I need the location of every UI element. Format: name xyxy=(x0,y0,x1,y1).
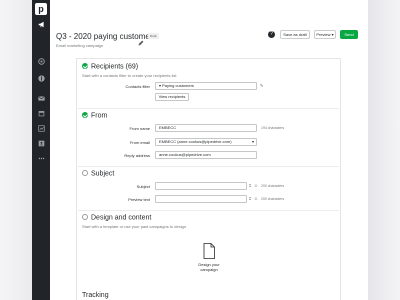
more-icon xyxy=(38,157,44,159)
from-email-select[interactable]: EMBECC (anne.cookus@pipedrive.com) ▾ xyxy=(155,138,257,146)
from-section-title[interactable]: From xyxy=(82,112,107,120)
subject-title: Subject xyxy=(91,170,115,178)
section-divider xyxy=(78,166,339,167)
subject-input[interactable] xyxy=(155,182,247,190)
megaphone-icon xyxy=(38,21,44,27)
sidebar-item-more[interactable] xyxy=(32,152,50,164)
contacts-filter-select[interactable]: ▾ Paying customers xyxy=(155,82,257,90)
page-subtitle: Email marketing campaign xyxy=(56,43,104,48)
help-icon[interactable]: ? xyxy=(268,31,275,38)
from-name-label: From name xyxy=(129,126,150,131)
target-icon xyxy=(37,57,45,65)
send-button[interactable]: Send xyxy=(340,30,358,39)
section-divider xyxy=(78,210,339,211)
pencil-icon xyxy=(138,40,144,46)
design-campaign-button[interactable]: Design your campaign xyxy=(193,262,225,272)
subject-section-title[interactable]: Subject xyxy=(82,170,114,178)
contacts-icon xyxy=(38,140,44,146)
mail-icon xyxy=(37,95,45,101)
app-logo[interactable]: p xyxy=(35,3,47,15)
preview-button[interactable]: Preview ▾ xyxy=(314,30,336,39)
recipients-section-title[interactable]: Recipients (69) xyxy=(82,63,138,71)
from-name-input[interactable]: EMBECC xyxy=(155,124,257,132)
merge-field-icon[interactable]: ꕯ xyxy=(249,182,251,190)
reply-address-input[interactable]: anne.cookus@pipedrive.com xyxy=(155,151,257,159)
contacts-filter-label: Contacts filter xyxy=(125,84,150,89)
subject-label: Subject xyxy=(136,184,150,189)
dollar-icon xyxy=(37,74,45,82)
view-recipients-button[interactable]: View recipients xyxy=(155,93,189,101)
contacts-filter-value: Paying customers xyxy=(162,83,194,88)
circle-icon xyxy=(82,170,88,176)
emoji-icon[interactable]: ☺ xyxy=(254,182,258,190)
section-divider xyxy=(78,108,339,109)
edit-title-button[interactable] xyxy=(138,33,144,46)
calendar-icon xyxy=(38,110,44,116)
merge-field-icon[interactable]: ꕯ xyxy=(249,195,251,203)
design-description: Start with a template or use your past c… xyxy=(82,224,187,229)
preview-text-counter: 200 characters xyxy=(261,197,285,201)
sidebar-item-contacts[interactable] xyxy=(32,137,50,149)
recipients-description: Start with a contacts filter to create y… xyxy=(82,73,177,78)
check-icon xyxy=(82,63,88,69)
document-icon[interactable] xyxy=(203,243,215,259)
chart-icon xyxy=(37,124,45,132)
design-title: Design and content xyxy=(91,214,152,222)
save-draft-button[interactable]: Save as draft xyxy=(280,30,310,39)
from-email-value: EMBECC (anne.cookus@pipedrive.com) xyxy=(159,139,232,144)
sidebar-item-mail[interactable] xyxy=(32,92,50,104)
tracking-section-title[interactable]: Tracking xyxy=(82,292,109,299)
sidebar-item-leads[interactable] xyxy=(32,55,50,67)
sidebar-item-campaigns[interactable] xyxy=(32,18,50,30)
status-badge: Draft xyxy=(148,33,159,39)
from-name-counter: 194 characters xyxy=(261,126,285,130)
sidebar: p xyxy=(32,0,50,300)
subject-counter: 200 characters xyxy=(261,184,285,188)
backdrop-left xyxy=(0,0,32,300)
preview-button-label: Preview xyxy=(316,32,331,37)
backdrop-right xyxy=(368,0,400,300)
preview-text-input[interactable] xyxy=(155,195,247,203)
from-title: From xyxy=(91,112,108,120)
from-email-label: From email xyxy=(129,140,150,145)
circle-icon xyxy=(82,214,88,220)
reply-address-label: Reply address xyxy=(124,153,150,158)
sidebar-item-deals[interactable] xyxy=(32,72,50,84)
recipients-title: Recipients (69) xyxy=(91,63,139,71)
sidebar-item-insights[interactable] xyxy=(32,122,50,134)
chevron-down-icon: ▾ xyxy=(251,139,254,144)
design-section-title[interactable]: Design and content xyxy=(82,214,151,222)
pencil-icon[interactable]: ✎ xyxy=(260,82,263,90)
preview-text-label: Preview text xyxy=(128,197,150,202)
chevron-down-icon: ▾ xyxy=(331,32,334,37)
sidebar-item-activities[interactable] xyxy=(32,107,50,119)
emoji-icon[interactable]: ☺ xyxy=(254,195,258,203)
check-icon xyxy=(82,112,88,118)
